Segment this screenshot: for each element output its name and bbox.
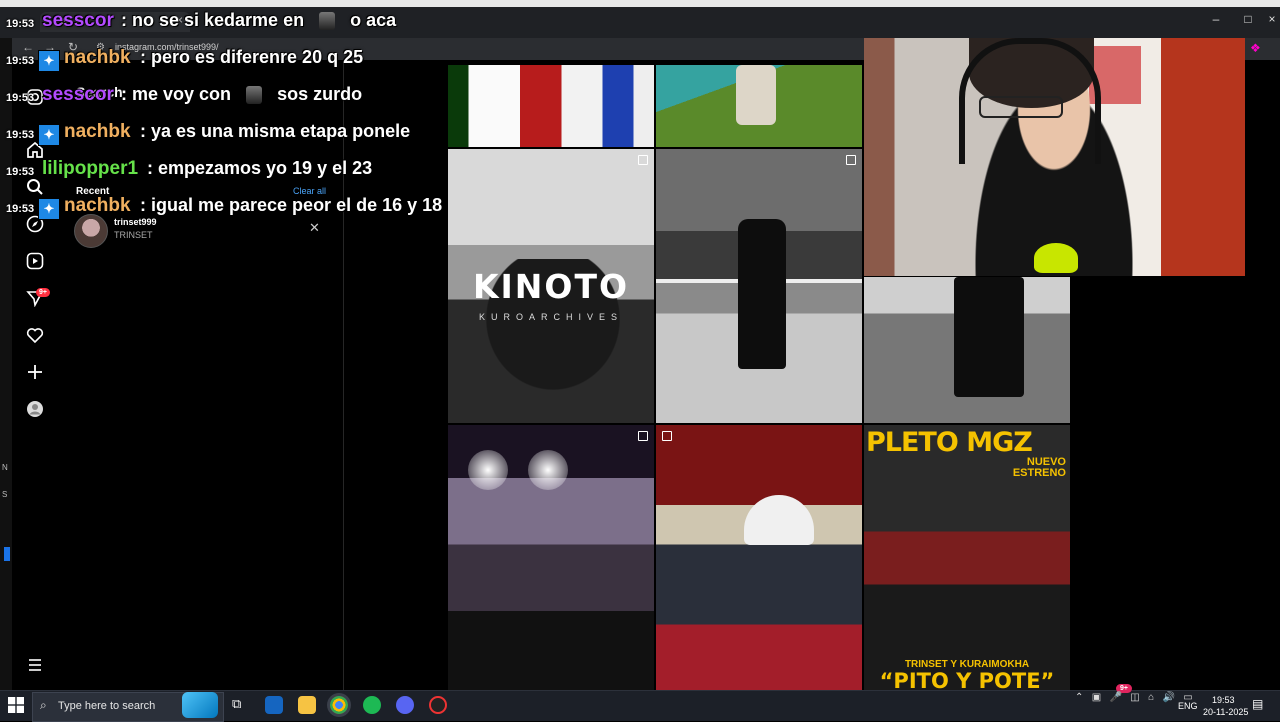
messages-badge: 9+	[36, 288, 50, 297]
post-figure	[736, 65, 776, 125]
chat-timestamp: 19:53	[6, 18, 35, 30]
extension-icon[interactable]: ❖	[1250, 41, 1261, 55]
clock-date[interactable]: 20-11-2025	[1203, 707, 1248, 717]
chat-text: : no se si kedarme en o aca	[121, 10, 396, 31]
post-figure	[954, 277, 1024, 397]
avatar[interactable]	[74, 214, 108, 248]
system-tray-icons[interactable]: ⌃ ▣ 🎤 ◫ ⌂ 🔊 ▭	[1075, 692, 1193, 703]
chat-text-part2: o aca	[350, 10, 397, 30]
chat-username: sesscor	[42, 84, 114, 105]
maximize-icon[interactable]: □	[1238, 12, 1258, 26]
spotify-icon[interactable]	[363, 696, 381, 714]
window-top-strip	[0, 0, 1280, 7]
discord-icon[interactable]	[396, 696, 414, 714]
remove-recent-icon[interactable]: ✕	[309, 220, 320, 236]
poster-song: “PITO Y POTE”	[879, 669, 1055, 691]
chat-username: lilipopper1	[42, 158, 139, 179]
chat-text-part2: sos zurdo	[277, 84, 363, 104]
poster-title: PLETO MGZ	[866, 427, 1033, 458]
chat-text-part1: : me voy con	[121, 84, 232, 104]
taskbar-search-placeholder: Type here to search	[58, 700, 156, 712]
back-icon[interactable]: ←	[22, 40, 34, 54]
chat-text-part1: : no se si kedarme en	[121, 10, 305, 30]
subscriber-badge-icon: ✦	[38, 198, 60, 220]
carousel-icon	[638, 155, 648, 165]
subscriber-badge-icon: ✦	[38, 124, 60, 146]
chat-text: : ya es una misma etapa ponele	[140, 121, 411, 141]
poster-tag: NUEVO ESTRENO	[1013, 457, 1066, 479]
post-tile[interactable]	[656, 149, 862, 423]
chrome-icon[interactable]	[330, 696, 348, 714]
post-tile[interactable]: KINOTO KUROARCHIVES	[448, 149, 654, 423]
post-tile[interactable]	[656, 425, 862, 691]
chat-username: nachbk	[64, 121, 131, 142]
post-overlay-subtitle: KUROARCHIVES	[478, 312, 623, 322]
poster-tag-line2: ESTRENO	[1012, 467, 1066, 479]
edge-mark: S	[2, 490, 8, 499]
webcam-figure	[979, 96, 1063, 118]
start-icon[interactable]	[8, 697, 24, 713]
chat-username: nachbk	[64, 47, 131, 68]
chat-text: : igual me parece peor el de 16 y 18	[140, 195, 443, 215]
task-view-icon[interactable]: ⧉	[232, 696, 250, 714]
chat-text: : me voy con sos zurdo	[121, 84, 362, 105]
emote-icon	[319, 12, 336, 31]
chat-timestamp: 19:53	[6, 55, 35, 67]
notification-center-icon[interactable]: ▤	[1252, 697, 1263, 711]
taskbar-search-icon: ⌕	[40, 698, 47, 712]
post-figure	[528, 450, 568, 490]
chat-text: : empezamos yo 19 y el 23	[147, 158, 373, 178]
clock-time[interactable]: 19:53	[1212, 695, 1235, 705]
chat-timestamp: 19:53	[6, 129, 35, 141]
post-tile[interactable]	[448, 425, 654, 691]
profile-icon[interactable]	[24, 398, 46, 420]
edge-highlight	[4, 547, 10, 561]
more-menu-icon[interactable]	[24, 654, 46, 676]
chat-timestamp: 19:53	[6, 203, 35, 215]
language-indicator[interactable]: ENG	[1178, 701, 1198, 711]
heart-icon[interactable]	[24, 324, 46, 346]
search-panel	[58, 60, 344, 690]
chat-username: nachbk	[64, 195, 131, 216]
chat-username: sesscor	[42, 10, 114, 31]
app-icon[interactable]	[265, 696, 283, 714]
chat-text: : pero es diferenre 20 q 25	[140, 47, 364, 67]
carousel-icon	[662, 431, 672, 441]
webcam-overlay	[864, 38, 1245, 276]
carousel-icon	[846, 155, 856, 165]
search-highlight-icon	[182, 692, 218, 718]
edge-mark: N	[2, 463, 8, 472]
post-figure	[738, 219, 786, 369]
close-window-icon[interactable]: ×	[1262, 12, 1280, 26]
minimize-icon[interactable]: –	[1206, 12, 1226, 26]
recent-username[interactable]: trinset999	[114, 217, 157, 227]
post-tile[interactable]	[656, 65, 862, 147]
chat-timestamp: 19:53	[6, 166, 35, 178]
subscriber-badge-icon: ✦	[38, 50, 60, 72]
post-figure	[468, 450, 508, 490]
reels-icon[interactable]	[24, 250, 46, 272]
post-tile[interactable]	[448, 65, 654, 147]
webcam-figure	[1034, 243, 1078, 273]
post-tile[interactable]: PLETO MGZ NUEVO ESTRENO TRINSET Y KURAIMO…	[864, 425, 1070, 691]
emote-icon	[246, 86, 263, 105]
create-icon[interactable]	[24, 361, 46, 383]
post-tile[interactable]	[864, 277, 1070, 423]
file-explorer-icon[interactable]	[298, 696, 316, 714]
post-overlay-title: KINOTO	[472, 267, 630, 306]
recent-fullname: TRINSET	[114, 230, 153, 240]
obs-icon[interactable]	[429, 696, 447, 714]
chat-timestamp: 19:53	[6, 92, 35, 104]
carousel-icon	[638, 431, 648, 441]
post-figure	[744, 495, 814, 545]
